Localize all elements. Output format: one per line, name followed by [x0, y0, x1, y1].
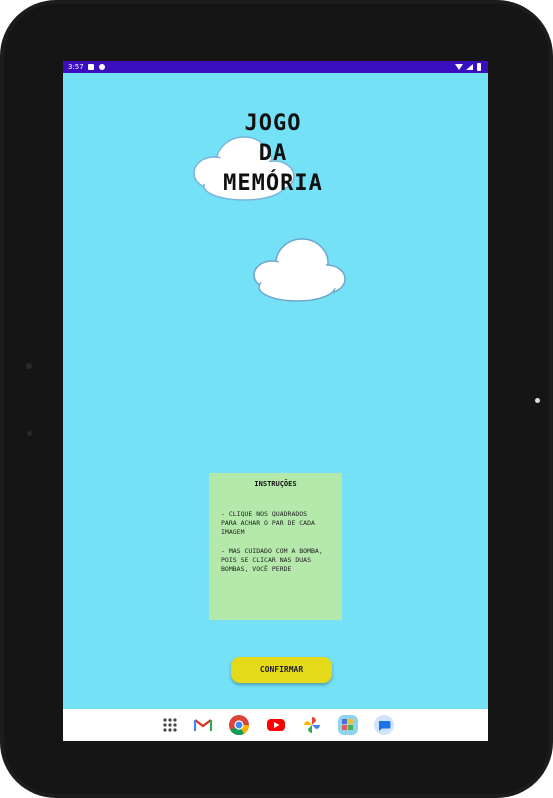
instructions-panel: INSTRUÇÕES - CLIQUE NOS QUADRADOS PARA A…: [209, 473, 342, 620]
front-camera-dot: [26, 363, 32, 369]
cloud-right: [253, 238, 346, 302]
title-line-3: MEMÓRIA: [223, 171, 323, 196]
gmail-icon[interactable]: [192, 714, 214, 736]
confirm-button[interactable]: CONFIRMAR: [231, 657, 332, 683]
photos-icon[interactable]: [301, 714, 323, 736]
system-status-icons: [455, 63, 481, 71]
sim-icon: [88, 64, 94, 70]
kids-app-icon[interactable]: [337, 714, 359, 736]
instruction-2: - MAS CUIDADO COM A BOMBA, POIS SE CLICA…: [221, 547, 323, 573]
app-screen: 3:57 JOGO DA MEMÓRIA INSTRUÇÕES - CLIQUE…: [63, 61, 488, 741]
title-line-2: DA: [258, 141, 288, 166]
notification-icon: [99, 64, 105, 70]
instruction-1: - CLIQUE NOS QUADRADOS PARA ACHAR O PAR …: [221, 510, 315, 536]
title-line-1: JOGO: [244, 111, 302, 136]
youtube-icon[interactable]: [265, 714, 287, 736]
light-sensor: [535, 398, 540, 403]
tablet-frame: 3:57 JOGO DA MEMÓRIA INSTRUÇÕES - CLIQUE…: [0, 0, 553, 798]
status-time: 3:57: [68, 63, 84, 71]
game-title: JOGO DA MEMÓRIA: [203, 109, 343, 199]
app-drawer-icon[interactable]: [159, 714, 181, 736]
messages-icon[interactable]: [373, 714, 395, 736]
chrome-icon[interactable]: [228, 714, 250, 736]
status-bar: 3:57: [63, 61, 488, 73]
instructions-title: INSTRUÇÕES: [254, 480, 297, 488]
sensor-dot: [27, 431, 32, 436]
taskbar-dock: [63, 709, 488, 741]
